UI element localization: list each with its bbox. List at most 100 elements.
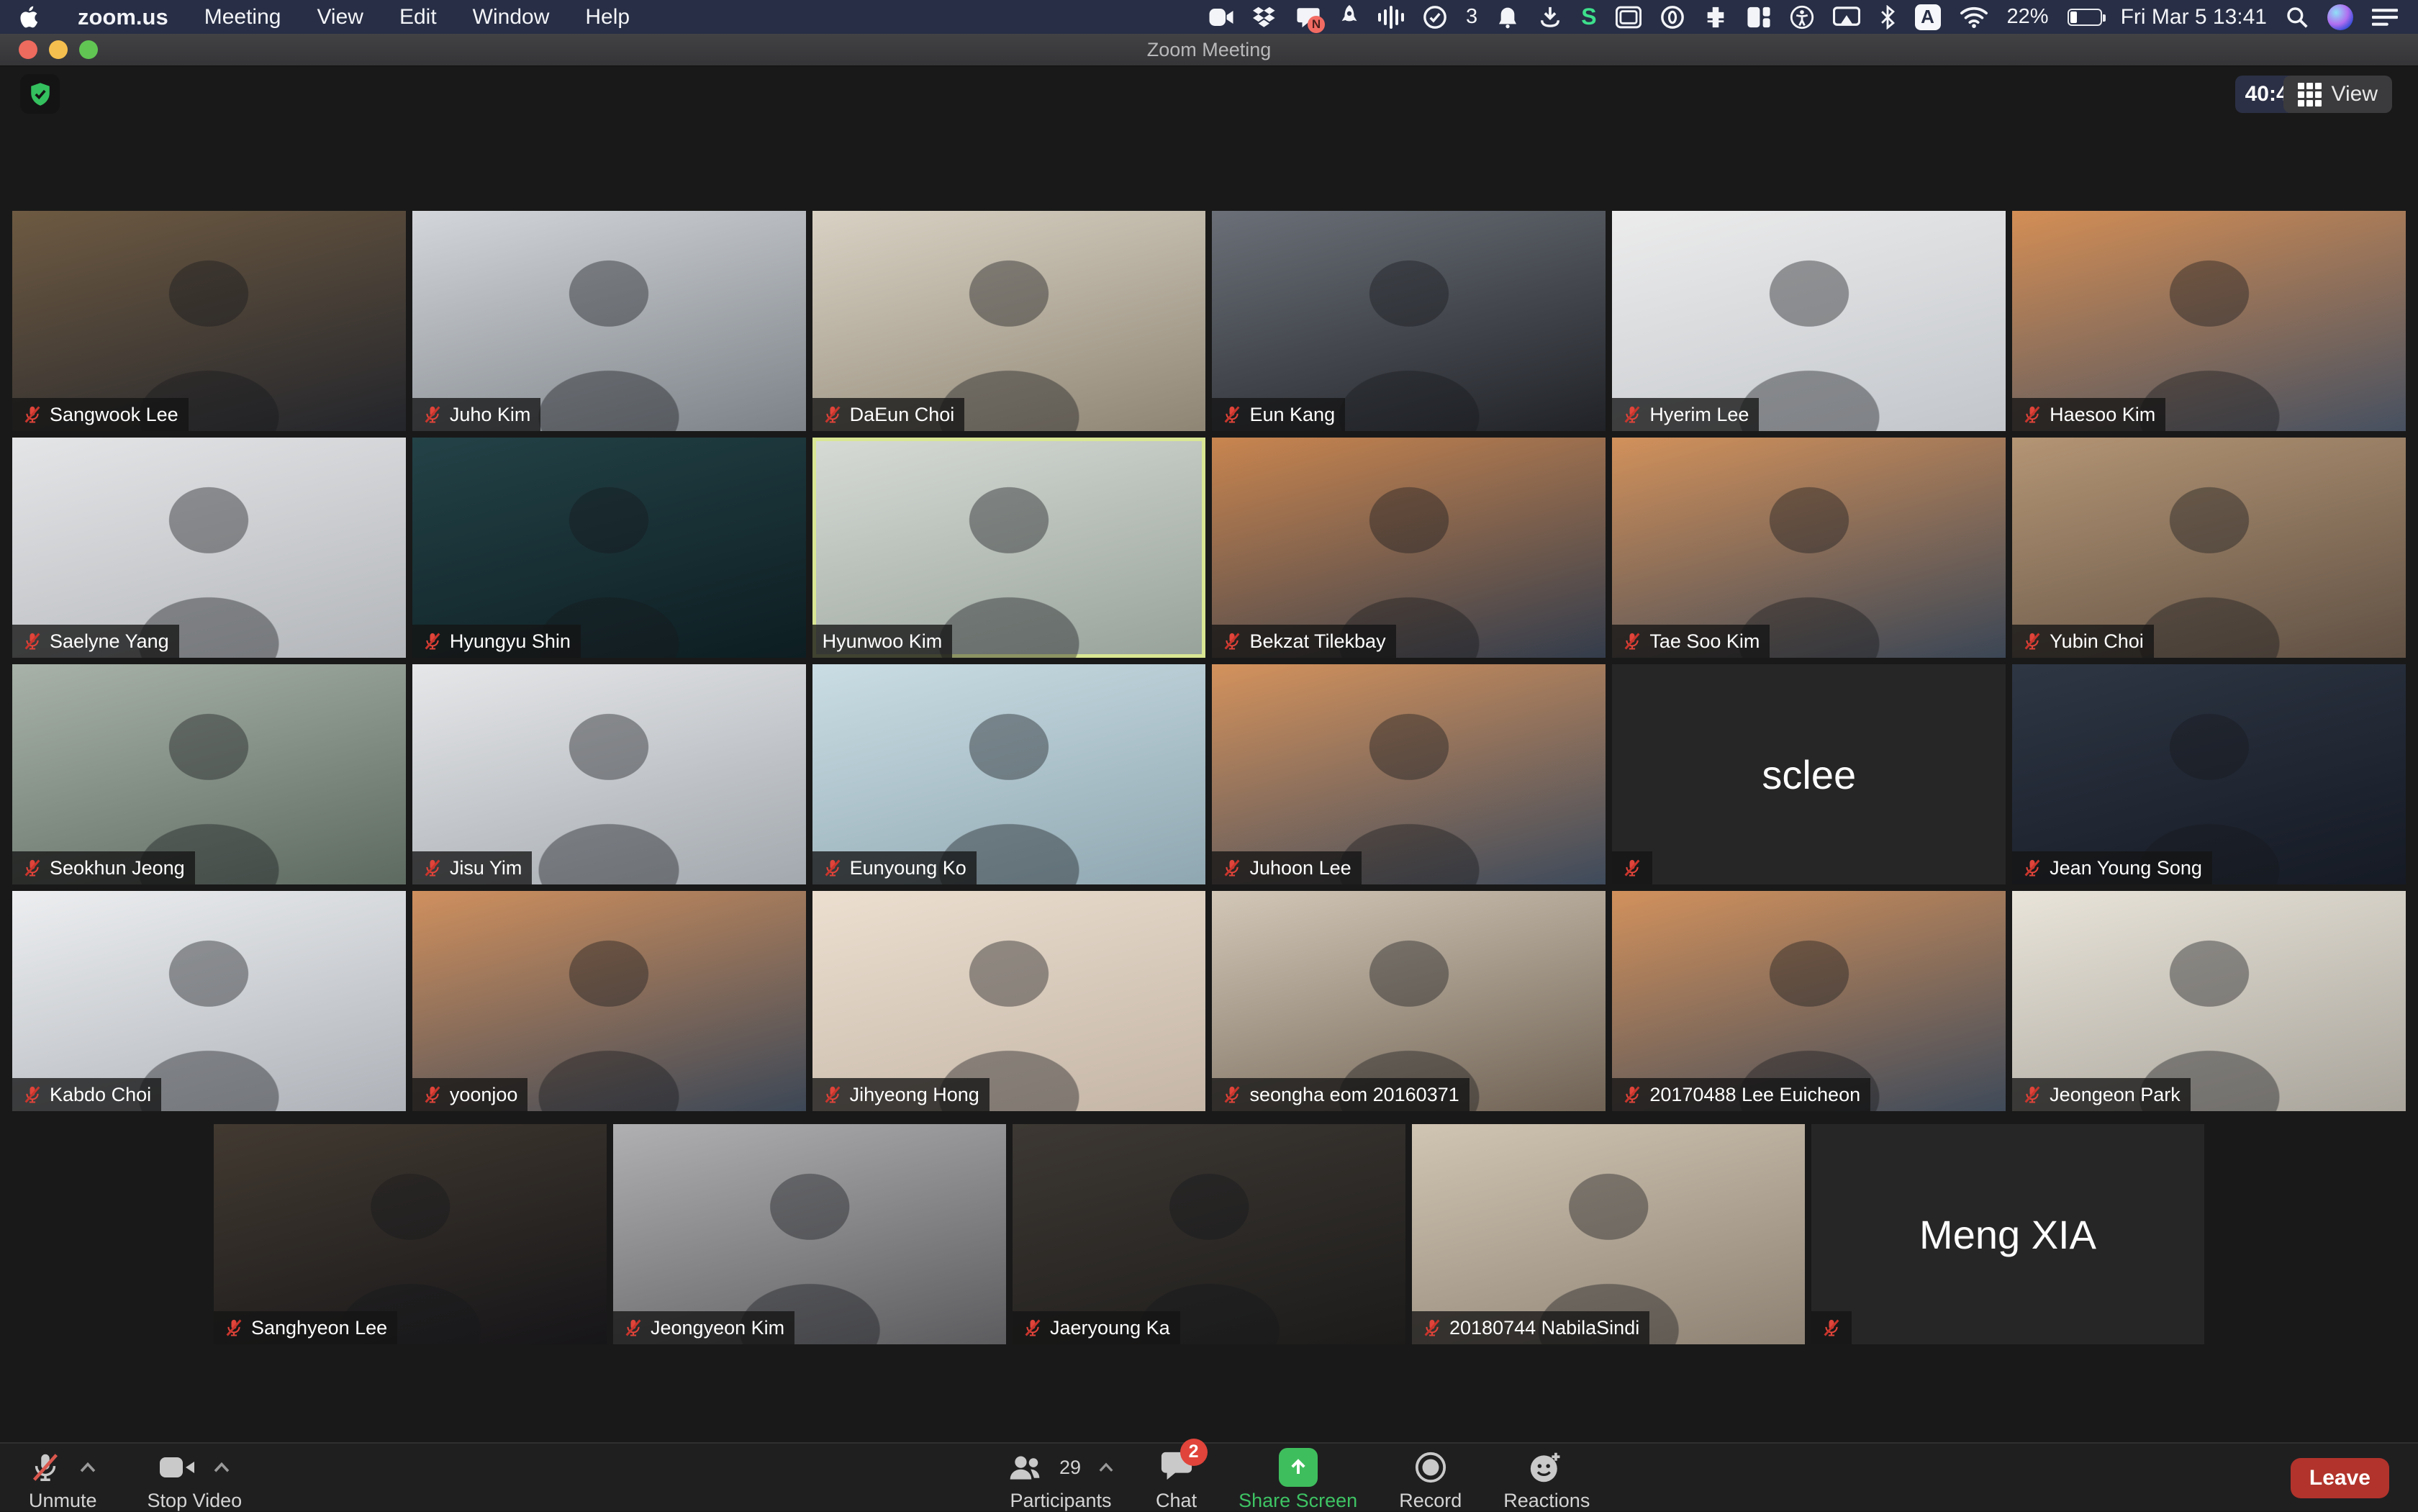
participant-name: Juhoon Lee	[1249, 857, 1351, 879]
participant-tile[interactable]: DaEun Choi	[812, 211, 1206, 431]
participant-tile[interactable]: Jeongeon Park	[2012, 891, 2406, 1111]
record-icon	[1414, 1451, 1447, 1484]
puzzle-icon[interactable]	[1703, 3, 1728, 32]
participant-name: Yubin Choi	[2050, 630, 2144, 653]
participant-tile[interactable]: Seokhun Jeong	[12, 664, 406, 884]
menu-clock[interactable]: Fri Mar 5 13:41	[2121, 5, 2267, 30]
control-list-icon[interactable]	[2372, 3, 2398, 32]
security-shield-button[interactable]	[20, 74, 60, 114]
chat-notification-icon[interactable]: N	[1296, 3, 1321, 32]
participant-tile[interactable]: Bekzat Tilekbay	[1212, 438, 1606, 658]
unmute-options-caret[interactable]	[79, 1462, 96, 1473]
participant-label: Yubin Choi	[2012, 625, 2154, 658]
bell-icon[interactable]	[1496, 3, 1519, 32]
meeting-window: 40:44 View Sangwook Lee Juho Kim	[0, 66, 2418, 1442]
camera-icon[interactable]	[1208, 3, 1234, 32]
participant-tile[interactable]: Jeongyeon Kim	[613, 1124, 1006, 1344]
participant-label: Sanghyeon Lee	[214, 1311, 397, 1344]
dropbox-icon[interactable]	[1253, 3, 1277, 32]
muted-mic-icon	[422, 631, 443, 651]
muted-mic-icon	[1821, 1318, 1842, 1338]
participant-tile[interactable]: Jisu Yim	[412, 664, 806, 884]
input-source-icon[interactable]: A	[1915, 4, 1941, 30]
apple-menu-icon[interactable]	[20, 3, 42, 32]
participant-name: Jeongeon Park	[2050, 1084, 2181, 1106]
bluetooth-icon[interactable]	[1879, 3, 1896, 32]
participant-tile[interactable]: Eun Kang	[1212, 211, 1606, 431]
chat-button[interactable]: 2 Chat	[1156, 1449, 1197, 1512]
menu-app-name[interactable]: zoom.us	[78, 4, 168, 30]
participant-name: Sanghyeon Lee	[251, 1317, 387, 1339]
window-manager-icon[interactable]	[1616, 3, 1642, 32]
participant-tile[interactable]: Hyunwoo Kim	[812, 438, 1206, 658]
participant-tile[interactable]: Jean Young Song	[2012, 664, 2406, 884]
wifi-icon[interactable]	[1960, 3, 1988, 32]
menu-bar: zoom.us Meeting View Edit Window Help N …	[0, 0, 2418, 34]
muted-mic-icon	[823, 858, 843, 878]
chat-unread-badge: 2	[1180, 1439, 1208, 1466]
split-view-icon[interactable]	[1747, 3, 1771, 32]
chat-notification-badge: N	[1308, 16, 1325, 33]
participant-tile[interactable]: Jaeryoung Ka	[1013, 1124, 1405, 1344]
search-icon[interactable]	[2286, 3, 2309, 32]
shottr-icon[interactable]: S	[1581, 4, 1596, 30]
participant-tile[interactable]: Hyerim Lee	[1612, 211, 2006, 431]
share-screen-button[interactable]: Share Screen	[1239, 1449, 1357, 1512]
record-button[interactable]: Record	[1399, 1449, 1462, 1512]
participant-label: Eun Kang	[1212, 398, 1345, 431]
participant-tile[interactable]: Jihyeong Hong	[812, 891, 1206, 1111]
zero-circle-icon[interactable]	[1660, 3, 1685, 32]
participant-tile[interactable]: Meng XIA	[1811, 1124, 2204, 1344]
participant-tile[interactable]: sclee	[1612, 664, 2006, 884]
muted-mic-icon	[823, 404, 843, 425]
participant-tile[interactable]: Haesoo Kim	[2012, 211, 2406, 431]
participant-tile[interactable]: Juho Kim	[412, 211, 806, 431]
participant-label: Haesoo Kim	[2012, 398, 2165, 431]
participant-label: Sangwook Lee	[12, 398, 189, 431]
participant-tile[interactable]: 20170488 Lee Euicheon	[1612, 891, 2006, 1111]
menu-help[interactable]: Help	[585, 5, 630, 30]
participant-label: 20180744 NabilaSindi	[1412, 1311, 1649, 1344]
menu-edit[interactable]: Edit	[399, 5, 437, 30]
muted-mic-icon	[422, 404, 443, 425]
participant-label: Hyerim Lee	[1612, 398, 1759, 431]
menu-meeting[interactable]: Meeting	[204, 5, 281, 30]
accessibility-icon[interactable]	[1790, 3, 1814, 32]
audio-waveform-icon[interactable]	[1378, 4, 1404, 30]
leave-button[interactable]: Leave	[2291, 1458, 2389, 1498]
participants-button[interactable]: 29 Participants	[1008, 1449, 1114, 1512]
participant-label: yoonjoo	[412, 1078, 528, 1111]
reactions-button[interactable]: Reactions	[1503, 1449, 1590, 1512]
view-button[interactable]: View	[2283, 76, 2392, 113]
participant-tile[interactable]: Sangwook Lee	[12, 211, 406, 431]
menu-window[interactable]: Window	[473, 5, 550, 30]
participant-tile[interactable]: yoonjoo	[412, 891, 806, 1111]
rocket-icon[interactable]	[1339, 3, 1359, 32]
participant-label: seongha eom 20160371	[1212, 1078, 1469, 1111]
battery-icon[interactable]	[2068, 9, 2102, 26]
participant-tile[interactable]: Kabdo Choi	[12, 891, 406, 1111]
menu-view[interactable]: View	[317, 5, 363, 30]
participant-tile[interactable]: Eunyoung Ko	[812, 664, 1206, 884]
participant-tile[interactable]: Tae Soo Kim	[1612, 438, 2006, 658]
participants-caret[interactable]	[1098, 1462, 1114, 1472]
window-title: Zoom Meeting	[0, 39, 2418, 61]
download-icon[interactable]	[1538, 3, 1562, 32]
siri-icon[interactable]	[2327, 4, 2353, 30]
participant-tile[interactable]: Juhoon Lee	[1212, 664, 1606, 884]
participant-tile[interactable]: Saelyne Yang	[12, 438, 406, 658]
muted-mic-icon	[422, 1085, 443, 1105]
participant-tile[interactable]: 20180744 NabilaSindi	[1412, 1124, 1805, 1344]
participant-label: Jaeryoung Ka	[1013, 1311, 1180, 1344]
participant-tile[interactable]: seongha eom 20160371	[1212, 891, 1606, 1111]
screen-mirroring-icon[interactable]	[1833, 3, 1860, 32]
meeting-toolbar: Unmute Stop Video 29 Participants 2	[0, 1442, 2418, 1511]
video-options-caret[interactable]	[213, 1462, 230, 1473]
participant-tile[interactable]: Yubin Choi	[2012, 438, 2406, 658]
check-circle-icon[interactable]	[1423, 3, 1447, 32]
muted-mic-icon	[1222, 1085, 1242, 1105]
participant-tile[interactable]: Sanghyeon Lee	[214, 1124, 607, 1344]
participant-tile[interactable]: Hyungyu Shin	[412, 438, 806, 658]
unmute-button[interactable]: Unmute	[29, 1449, 97, 1512]
stop-video-button[interactable]: Stop Video	[148, 1449, 243, 1512]
